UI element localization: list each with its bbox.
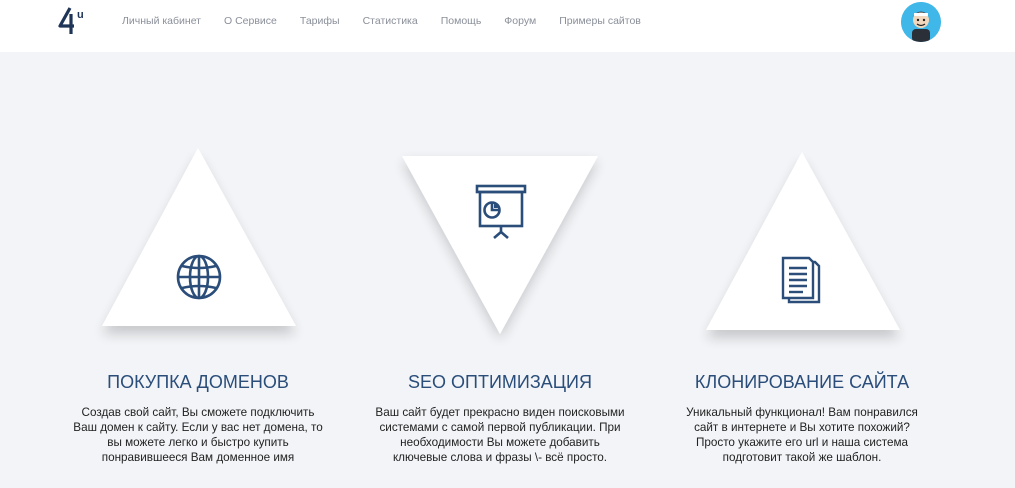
site-logo[interactable]: u: [58, 4, 90, 38]
top-header: u Личный кабинет О Сервисе Тарифы Статис…: [0, 0, 1015, 52]
presentation-chart-icon: [475, 184, 527, 239]
nav-item-forum[interactable]: Форум: [504, 15, 536, 27]
main-nav: Личный кабинет О Сервисе Тарифы Статисти…: [122, 15, 664, 27]
logo-superscript: u: [77, 9, 84, 21]
feature-desc-cloning: Уникальный функционал! Вам понравился са…: [652, 405, 952, 465]
desc-line: вы можете легко и быстро купить: [107, 436, 289, 449]
feature-title-cloning: КЛОНИРОВАНИЕ САЙТА: [694, 372, 910, 392]
desc-line: Ваш домен к сайту. Если у вас нет домена…: [73, 421, 323, 434]
nav-item-cabinet[interactable]: Личный кабинет: [122, 15, 201, 27]
nav-item-statistics[interactable]: Статистика: [363, 15, 418, 27]
desc-line: системами с самой первой публикации. При: [379, 421, 621, 434]
documents-icon: [781, 256, 821, 304]
nav-item-help[interactable]: Помощь: [441, 15, 482, 27]
desc-line: Уникальный функционал! Вам понравился: [686, 406, 918, 419]
desc-line: необходимости Вы можете добавить: [400, 436, 600, 449]
nav-item-examples[interactable]: Примеры сайтов: [559, 15, 641, 27]
desc-line: ключевые слова и фразы \- всё просто.: [392, 451, 608, 464]
desc-line: Ваш сайт будет прекрасно виден поисковым…: [375, 406, 625, 419]
feature-desc-seo: Ваш сайт будет прекрасно виден поисковым…: [350, 405, 650, 465]
triangle-down-card: [402, 156, 598, 334]
desc-line: сайт в интернете и Вы хотите похожий?: [694, 421, 910, 434]
desc-line: подготовит такой же шаблон.: [722, 451, 882, 464]
feature-title-domains: ПОКУПКА ДОМЕНОВ: [107, 372, 289, 392]
desc-line: понравившееся Вам доменное имя: [101, 451, 295, 464]
desc-line: Создав свой сайт, Вы сможете подключить: [81, 406, 315, 419]
nav-item-about[interactable]: О Сервисе: [224, 15, 277, 27]
triangle-up-card: [102, 148, 296, 326]
nav-item-tariffs[interactable]: Тарифы: [300, 15, 340, 27]
triangle-up-card: [706, 152, 900, 330]
globe-icon: [176, 254, 222, 300]
feature-desc-domains: Создав свой сайт, Вы сможете подключить …: [48, 405, 348, 465]
avatar[interactable]: [901, 2, 941, 42]
feature-title-seo: SEO ОПТИМИЗАЦИЯ: [408, 372, 592, 392]
user-avatar-icon: [901, 2, 941, 42]
desc-line: Просто укажите его url и наша система: [695, 436, 909, 449]
